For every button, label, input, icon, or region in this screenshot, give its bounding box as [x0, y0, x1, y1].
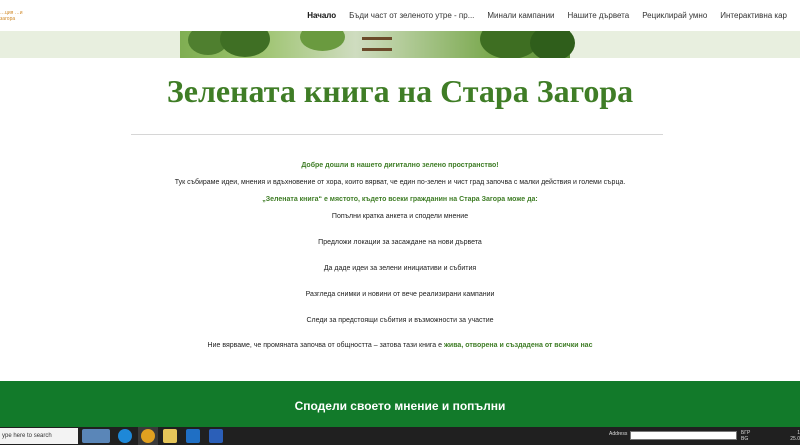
file-explorer-icon[interactable] — [163, 429, 177, 443]
chrome-icon[interactable] — [141, 429, 155, 443]
closing-text: Ние вярваме, че промяната започва от общ… — [0, 342, 800, 349]
bench-icon — [362, 37, 392, 51]
list-item: Предложи локации за засаждане на нови дъ… — [318, 239, 482, 246]
list-item: Да даде идеи за зелени инициативи и съби… — [323, 265, 477, 272]
outlook-icon[interactable] — [186, 429, 200, 443]
site-logo[interactable]: …ция …и загора — [0, 10, 24, 22]
list-item: Разгледа снимки и новини от вече реализи… — [305, 291, 495, 298]
language-indicator[interactable]: БГР BG — [741, 430, 750, 442]
top-navigation: …ция …и загора Начало Бъди част от зелен… — [0, 0, 800, 31]
cta-title: Сподели своето мнение и попълни — [294, 399, 506, 413]
address-label: Address — [609, 431, 628, 437]
word-icon[interactable] — [209, 429, 223, 443]
list-item: Следи за предстоящи събития и възможност… — [306, 317, 494, 324]
page-title: Зелената книга на Стара Загора — [166, 73, 634, 109]
cta-section: Сподели своето мнение и попълни — [0, 381, 800, 427]
intro-text: Тук събираме идеи, мнения и вдъхновение … — [174, 179, 626, 186]
nav-item-our-trees[interactable]: Нашите дървета — [568, 11, 630, 20]
address-input[interactable] — [630, 431, 737, 440]
taskbar-search-input[interactable]: ype here to search — [0, 428, 78, 444]
closing-highlight: жива, отворена и създадена от всички нас — [443, 342, 593, 349]
nav-item-recycle[interactable]: Рециклирай умно — [642, 11, 707, 20]
nav-item-interactive-map[interactable]: Интерактивна кар — [720, 11, 787, 20]
nav-item-be-part[interactable]: Бъди част от зеленото утре - пр... — [349, 11, 474, 20]
nav-item-past-campaigns[interactable]: Минали кампании — [487, 11, 554, 20]
divider — [131, 134, 663, 135]
task-view-icon[interactable] — [82, 429, 110, 443]
welcome-text: Добре дошли в нашето дигитално зелено пр… — [301, 162, 499, 169]
closing-prefix: Ние вярваме, че промяната започва от общ… — [207, 342, 444, 349]
nav-menu: Начало Бъди част от зеленото утре - пр..… — [307, 0, 800, 31]
list-item: Попълни кратка анкета и сподели мнение — [331, 213, 469, 220]
nav-item-home[interactable]: Начало — [307, 11, 336, 20]
clock[interactable]: 1 25.0 — [786, 430, 800, 442]
hero-banner — [0, 31, 800, 58]
can-do-heading: „Зелената книга“ е мястото, където всеки… — [262, 196, 538, 203]
windows-taskbar: ype here to search Address БГР BG 1 25.0 — [0, 427, 800, 445]
edge-icon[interactable] — [118, 429, 132, 443]
